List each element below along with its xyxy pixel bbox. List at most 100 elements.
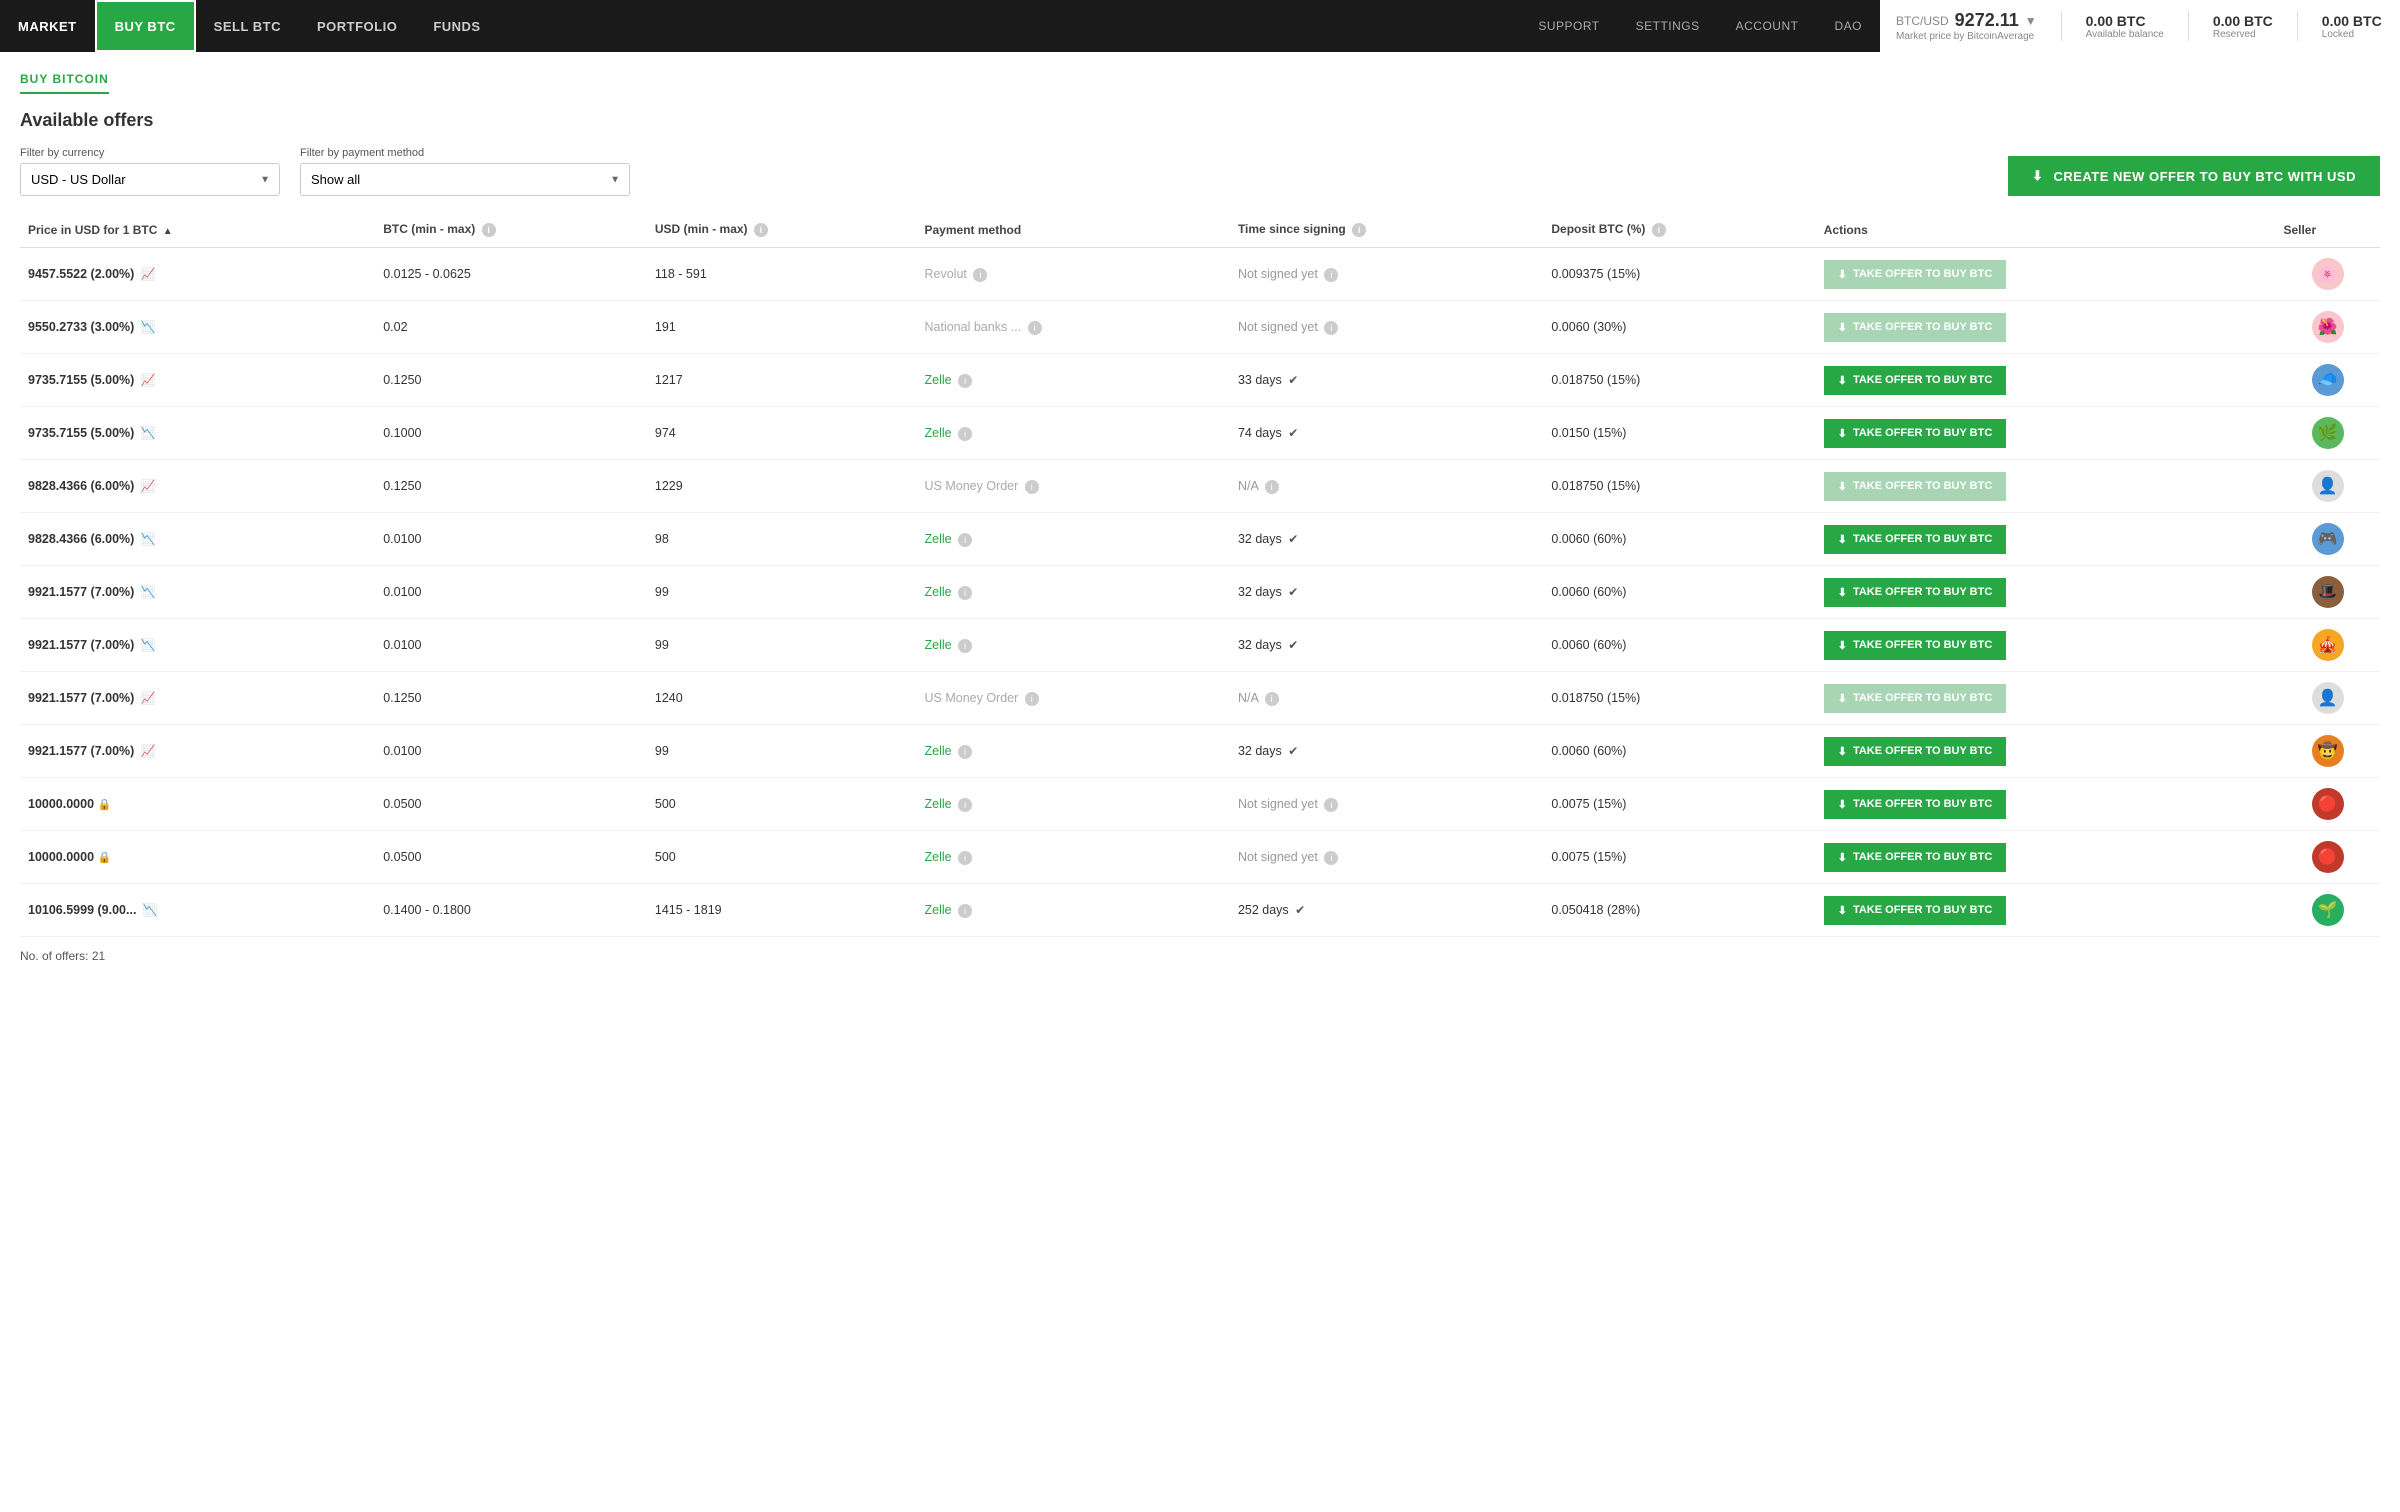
avatar-3[interactable]: 🌿 [2312,417,2344,449]
avatar-1[interactable]: 🌺 [2312,311,2344,343]
seller-cell-12[interactable]: 🌱 [2275,884,2380,937]
seller-cell-0[interactable]: 🌸 [2275,248,2380,301]
seller-cell-9[interactable]: 🤠 [2275,725,2380,778]
payment-cell-3[interactable]: Zelle i [917,407,1230,460]
nav-market[interactable]: MARKET [0,0,95,52]
btc-info-icon[interactable]: i [482,223,496,237]
nav-sell-btc[interactable]: SELL BTC [196,0,299,52]
payment-cell-7[interactable]: Zelle i [917,619,1230,672]
actions-cell-7[interactable]: ⬇ TAKE OFFER TO BUY BTC [1816,619,2276,672]
payment-link[interactable]: Zelle [925,426,952,440]
actions-cell-6[interactable]: ⬇ TAKE OFFER TO BUY BTC [1816,566,2276,619]
time-info-icon2[interactable]: i [1265,692,1279,706]
payment-info-icon[interactable]: i [958,639,972,653]
payment-info-icon[interactable]: i [958,586,972,600]
take-offer-button-7[interactable]: ⬇ TAKE OFFER TO BUY BTC [1824,631,2007,660]
avatar-11[interactable]: 🔴 [2312,841,2344,873]
payment-info-icon[interactable]: i [958,533,972,547]
payment-link[interactable]: Zelle [925,585,952,599]
seller-cell-11[interactable]: 🔴 [2275,831,2380,884]
payment-link[interactable]: Zelle [925,850,952,864]
payment-info-icon[interactable]: i [1025,480,1039,494]
payment-cell-10[interactable]: Zelle i [917,778,1230,831]
take-offer-button-11[interactable]: ⬇ TAKE OFFER TO BUY BTC [1824,843,2007,872]
take-offer-button-2[interactable]: ⬇ TAKE OFFER TO BUY BTC [1824,366,2007,395]
time-info-icon3[interactable]: i [1324,321,1338,335]
price-dropdown-icon[interactable]: ▼ [2025,14,2037,28]
actions-cell-3[interactable]: ⬇ TAKE OFFER TO BUY BTC [1816,407,2276,460]
time-info-icon2[interactable]: i [1265,480,1279,494]
avatar-4[interactable]: 👤 [2312,470,2344,502]
avatar-5[interactable]: 🎮 [2312,523,2344,555]
actions-cell-9[interactable]: ⬇ TAKE OFFER TO BUY BTC [1816,725,2276,778]
payment-link[interactable]: Zelle [925,744,952,758]
nav-funds[interactable]: FUNDS [415,0,498,52]
take-offer-button-12[interactable]: ⬇ TAKE OFFER TO BUY BTC [1824,896,2007,925]
seller-cell-10[interactable]: 🔴 [2275,778,2380,831]
avatar-6[interactable]: 🎩 [2312,576,2344,608]
avatar-2[interactable]: 🧢 [2312,364,2344,396]
avatar-7[interactable]: 🎪 [2312,629,2344,661]
time-info-icon3[interactable]: i [1324,268,1338,282]
payment-info-icon[interactable]: i [958,374,972,388]
seller-cell-5[interactable]: 🎮 [2275,513,2380,566]
take-offer-button-3[interactable]: ⬇ TAKE OFFER TO BUY BTC [1824,419,2007,448]
actions-cell-2[interactable]: ⬇ TAKE OFFER TO BUY BTC [1816,354,2276,407]
payment-select-wrapper[interactable]: Show all [300,163,630,196]
nav-account[interactable]: Account [1718,0,1817,52]
th-price[interactable]: Price in USD for 1 BTC ▲ [20,212,375,248]
seller-cell-2[interactable]: 🧢 [2275,354,2380,407]
seller-cell-4[interactable]: 👤 [2275,460,2380,513]
payment-cell-12[interactable]: Zelle i [917,884,1230,937]
time-info-icon3[interactable]: i [1324,798,1338,812]
take-offer-button-10[interactable]: ⬇ TAKE OFFER TO BUY BTC [1824,790,2007,819]
actions-cell-11[interactable]: ⬇ TAKE OFFER TO BUY BTC [1816,831,2276,884]
currency-select[interactable]: USD - US Dollar [20,163,280,196]
payment-cell-9[interactable]: Zelle i [917,725,1230,778]
actions-cell-10[interactable]: ⬇ TAKE OFFER TO BUY BTC [1816,778,2276,831]
avatar-8[interactable]: 👤 [2312,682,2344,714]
time-info-icon[interactable]: i [1352,223,1366,237]
payment-info-icon[interactable]: i [958,851,972,865]
take-offer-button-5[interactable]: ⬇ TAKE OFFER TO BUY BTC [1824,525,2007,554]
payment-info-icon[interactable]: i [958,745,972,759]
payment-info-icon[interactable]: i [958,798,972,812]
nav-dao[interactable]: DAO [1816,0,1880,52]
payment-select[interactable]: Show all [300,163,630,196]
payment-cell-2[interactable]: Zelle i [917,354,1230,407]
seller-cell-6[interactable]: 🎩 [2275,566,2380,619]
payment-link[interactable]: Zelle [925,903,952,917]
currency-select-wrapper[interactable]: USD - US Dollar [20,163,280,196]
payment-link[interactable]: Zelle [925,638,952,652]
deposit-info-icon[interactable]: i [1652,223,1666,237]
payment-info-icon[interactable]: i [958,904,972,918]
nav-buy-btc[interactable]: BUY BTC [95,0,196,52]
time-info-icon3[interactable]: i [1324,851,1338,865]
avatar-0[interactable]: 🌸 [2312,258,2344,290]
payment-info-icon[interactable]: i [1025,692,1039,706]
payment-info-icon[interactable]: i [1028,321,1042,335]
avatar-12[interactable]: 🌱 [2312,894,2344,926]
payment-cell-5[interactable]: Zelle i [917,513,1230,566]
take-offer-button-6[interactable]: ⬇ TAKE OFFER TO BUY BTC [1824,578,2007,607]
actions-cell-5[interactable]: ⬇ TAKE OFFER TO BUY BTC [1816,513,2276,566]
payment-info-icon[interactable]: i [958,427,972,441]
payment-cell-6[interactable]: Zelle i [917,566,1230,619]
seller-cell-3[interactable]: 🌿 [2275,407,2380,460]
payment-link[interactable]: Zelle [925,373,952,387]
seller-cell-8[interactable]: 👤 [2275,672,2380,725]
payment-link[interactable]: Zelle [925,532,952,546]
payment-link[interactable]: Zelle [925,797,952,811]
take-offer-button-9[interactable]: ⬇ TAKE OFFER TO BUY BTC [1824,737,2007,766]
nav-settings[interactable]: Settings [1618,0,1718,52]
avatar-10[interactable]: 🔴 [2312,788,2344,820]
avatar-9[interactable]: 🤠 [2312,735,2344,767]
seller-cell-7[interactable]: 🎪 [2275,619,2380,672]
actions-cell-12[interactable]: ⬇ TAKE OFFER TO BUY BTC [1816,884,2276,937]
create-offer-button[interactable]: ⬇ CREATE NEW OFFER TO BUY BTC WITH USD [2008,156,2380,196]
payment-info-icon[interactable]: i [973,268,987,282]
payment-cell-11[interactable]: Zelle i [917,831,1230,884]
nav-portfolio[interactable]: PORTFOLIO [299,0,415,52]
usd-info-icon[interactable]: i [754,223,768,237]
seller-cell-1[interactable]: 🌺 [2275,301,2380,354]
